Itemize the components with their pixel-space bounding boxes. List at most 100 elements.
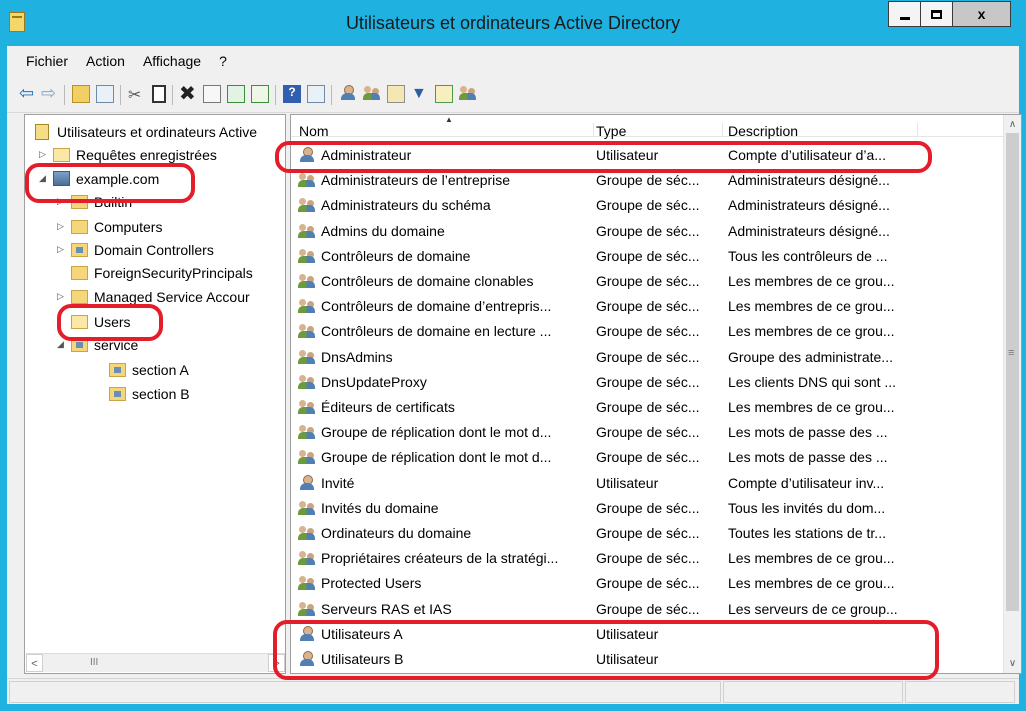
- group-icon: [298, 248, 316, 264]
- title-bar[interactable]: Utilisateurs et ordinateurs Active Direc…: [0, 0, 1026, 46]
- list-item-description: Les serveurs de ce group...: [728, 600, 898, 617]
- group-icon: [298, 349, 316, 365]
- tree-item-domain-controllers[interactable]: ▷ Domain Controllers: [56, 239, 214, 260]
- tree-item-foreign-security-principals[interactable]: ForeignSecurityPrincipals: [71, 262, 253, 283]
- list-item[interactable]: Administrateurs de l’entreprise Groupe de…: [291, 168, 1003, 193]
- menu-action[interactable]: Action: [86, 53, 125, 69]
- tree-item-section-a[interactable]: section A: [109, 359, 189, 380]
- collapse-icon[interactable]: ◢: [38, 173, 47, 184]
- group-icon: [298, 550, 316, 566]
- new-user-icon[interactable]: [339, 85, 357, 103]
- scroll-grip-icon: ≡: [1008, 347, 1015, 359]
- maximize-button[interactable]: [920, 1, 953, 27]
- group-icon: [298, 449, 316, 465]
- list-item[interactable]: Contrôleurs de domaine clonables Groupe d…: [291, 269, 1003, 294]
- list-item[interactable]: Invités du domaine Groupe de séc... Tous l…: [291, 496, 1003, 521]
- list-item[interactable]: Propriétaires créateurs de la stratégi..…: [291, 546, 1003, 571]
- back-arrow-icon[interactable]: ⇦: [19, 84, 37, 102]
- scroll-up-icon[interactable]: ∧: [1004, 116, 1021, 133]
- list-item[interactable]: DnsUpdateProxy Groupe de séc... Les client…: [291, 370, 1003, 395]
- list-item[interactable]: Contrôleurs de domaine en lecture ... Gro…: [291, 319, 1003, 344]
- tree-item-domain[interactable]: ◢ example.com: [38, 168, 159, 189]
- tree-item-users[interactable]: Users: [71, 311, 131, 332]
- expand-icon[interactable]: ▷: [38, 149, 47, 160]
- list-item[interactable]: Groupe de réplication dont le mot d... Gr…: [291, 445, 1003, 470]
- export-list-icon[interactable]: [251, 85, 269, 103]
- delegate-control-icon[interactable]: [459, 85, 477, 103]
- scroll-thumb[interactable]: [1006, 133, 1019, 611]
- list-item[interactable]: Utilisateurs B Utilisateur: [291, 647, 1003, 672]
- list-item-type: Groupe de séc...: [596, 575, 700, 592]
- group-icon: [298, 273, 316, 289]
- forward-arrow-icon[interactable]: ⇨: [41, 84, 59, 102]
- list-item-name: Administrateur: [321, 147, 412, 163]
- up-folder-icon[interactable]: [72, 85, 90, 103]
- list-item-type: Groupe de séc...: [596, 222, 700, 239]
- list-item-name: DnsAdmins: [321, 348, 393, 365]
- tree-item-service[interactable]: ◢ service: [56, 334, 138, 355]
- scroll-left-icon[interactable]: <: [26, 654, 43, 672]
- menu-fichier[interactable]: Fichier: [26, 53, 68, 69]
- help-icon[interactable]: ?: [283, 85, 301, 103]
- list-item-description: Les clients DNS qui sont ...: [728, 373, 897, 390]
- list-item-name: Contrôleurs de domaine d’entrepris...: [321, 298, 552, 315]
- list-item-description: Les membres de ce grou...: [728, 575, 895, 592]
- list-item[interactable]: Groupe de réplication dont le mot d... Gr…: [291, 420, 1003, 445]
- new-group-icon[interactable]: [363, 85, 381, 103]
- expand-icon[interactable]: ▷: [56, 221, 65, 232]
- menu-affichage[interactable]: Affichage: [143, 53, 201, 69]
- close-button[interactable]: x: [952, 1, 1011, 27]
- show-tree-icon[interactable]: [96, 85, 114, 103]
- tree-item-section-b[interactable]: section B: [109, 383, 190, 404]
- list-item[interactable]: Administrateur Utilisateur Compte d’utilis…: [291, 143, 1003, 168]
- column-header-type[interactable]: Type: [596, 123, 723, 139]
- scroll-down-icon[interactable]: ∨: [1004, 655, 1021, 672]
- tree-item-computers[interactable]: ▷ Computers: [56, 216, 162, 237]
- user-icon: [298, 625, 316, 642]
- scroll-grip-icon[interactable]: III: [90, 657, 98, 668]
- expand-icon[interactable]: ▷: [56, 291, 65, 302]
- list-item-description: Groupe des administrate...: [728, 348, 893, 365]
- window-title: Utilisateurs et ordinateurs Active Direc…: [345, 13, 681, 33]
- ou-folder-icon: [71, 337, 88, 352]
- list-item-name: Groupe de réplication dont le mot d...: [321, 449, 552, 466]
- list-item[interactable]: Invité Utilisateur Compte d’utilisateur in…: [291, 471, 1003, 496]
- list-item[interactable]: Administrateurs du schéma Groupe de séc..…: [291, 193, 1003, 218]
- scroll-right-icon[interactable]: >: [268, 654, 285, 672]
- copy-icon[interactable]: [152, 85, 166, 103]
- list-item-description: Toutes les stations de tr...: [728, 525, 886, 541]
- collapse-icon[interactable]: ◢: [56, 339, 65, 350]
- expand-icon[interactable]: ▷: [56, 244, 65, 255]
- group-icon: [298, 298, 316, 314]
- cut-icon[interactable]: ✂: [128, 85, 146, 104]
- column-header-description[interactable]: Description: [728, 123, 918, 139]
- list-item[interactable]: Ordinateurs du domaine Groupe de séc... To…: [291, 521, 1003, 546]
- tree-item-builtin[interactable]: ▷ Builtin: [56, 191, 132, 212]
- list-item[interactable]: Utilisateurs A Utilisateur: [291, 622, 1003, 647]
- list-item[interactable]: Serveurs RAS et IAS Groupe de séc... Les s…: [291, 597, 1003, 622]
- list-item-type: Groupe de séc...: [596, 247, 700, 264]
- tree-root[interactable]: Utilisateurs et ordinateurs Active: [35, 121, 257, 142]
- list-item[interactable]: Protected Users Groupe de séc... Les membr…: [291, 571, 1003, 596]
- tree-horizontal-scrollbar[interactable]: < III >: [26, 653, 285, 672]
- column-header-name[interactable]: Nom: [299, 123, 594, 139]
- tree-item-managed-service-accounts[interactable]: ▷ Managed Service Accour: [56, 286, 250, 307]
- tree-item-saved-queries[interactable]: ▷ Requêtes enregistrées: [38, 144, 217, 165]
- list-item[interactable]: Admins du domaine Groupe de séc... Adminis…: [291, 219, 1003, 244]
- menu-help[interactable]: ?: [219, 53, 227, 69]
- add-to-group-icon[interactable]: [435, 85, 453, 103]
- list-item-name: DnsUpdateProxy: [321, 373, 427, 390]
- expand-icon[interactable]: ▷: [56, 196, 65, 207]
- list-item[interactable]: DnsAdmins Groupe de séc... Groupe des admi…: [291, 345, 1003, 370]
- refresh-icon[interactable]: [227, 85, 245, 103]
- list-item[interactable]: Éditeurs de certificats Groupe de séc... L…: [291, 395, 1003, 420]
- minimize-button[interactable]: [888, 1, 921, 27]
- list-item[interactable]: Contrôleurs de domaine d’entrepris... Gro…: [291, 294, 1003, 319]
- list-item[interactable]: Contrôleurs de domaine Groupe de séc... To…: [291, 244, 1003, 269]
- filter-icon[interactable]: ▼: [411, 85, 429, 103]
- delete-icon[interactable]: ✖: [179, 84, 197, 104]
- properties-icon[interactable]: [203, 85, 221, 103]
- list-vertical-scrollbar[interactable]: ∧ ≡ ∨: [1003, 115, 1021, 673]
- show-action-pane-icon[interactable]: [307, 85, 325, 103]
- new-ou-icon[interactable]: [387, 85, 405, 103]
